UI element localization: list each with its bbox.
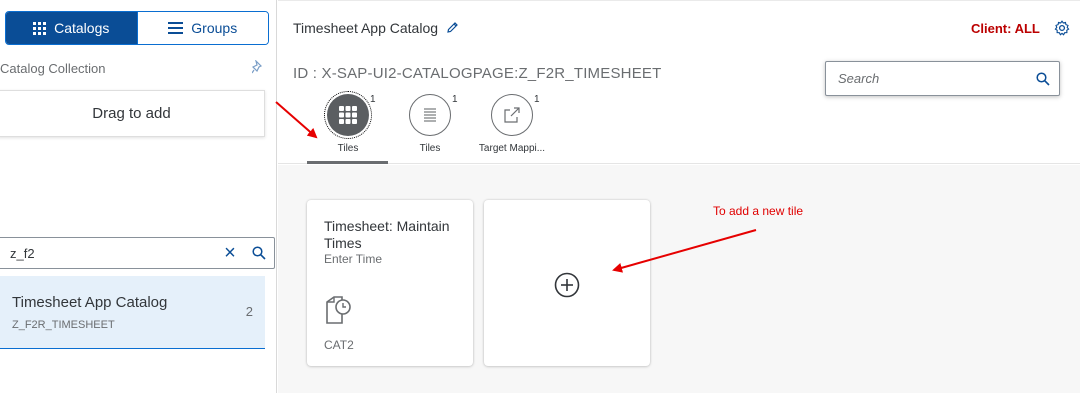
tab-label: Target Mappi... (478, 143, 546, 154)
page-header-bar: Timesheet App Catalog Client: ALL (278, 0, 1080, 48)
tab-count: 1 (370, 94, 376, 105)
app-root: Catalogs Groups Catalog Collection Drag … (0, 0, 1080, 393)
catalog-item-id: Z_F2R_TIMESHEET (12, 319, 115, 331)
tab-label: Tiles (419, 143, 441, 154)
tile-search-field[interactable]: Search (825, 61, 1060, 96)
catalog-list-item[interactable]: Timesheet App Catalog Z_F2R_TIMESHEET 2 (0, 276, 265, 349)
view-switch: Catalogs Groups (5, 11, 269, 45)
catalog-sidebar: Catalogs Groups Catalog Collection Drag … (0, 0, 277, 393)
tab-count: 1 (452, 94, 458, 105)
tab-tiles-list[interactable]: Tiles 1 (389, 94, 471, 154)
tab-count: 1 (534, 94, 540, 105)
catalog-search-input[interactable]: z_f2 (0, 246, 216, 261)
share-icon (491, 94, 533, 136)
menu-icon (168, 22, 184, 34)
grid-icon (324, 91, 372, 139)
tile-footer: CAT2 (324, 338, 354, 352)
tile-title: Timesheet: Maintain Times (324, 218, 450, 251)
pin-icon[interactable] (252, 60, 264, 74)
selected-tab-indicator (307, 161, 388, 164)
list-icon (409, 94, 451, 136)
catalog-collection-title: Catalog Collection (0, 61, 106, 76)
tab-target-mappings[interactable]: Target Mappi... 1 (471, 94, 553, 154)
page-title: Timesheet App Catalog (293, 20, 439, 36)
catalog-search-field[interactable]: z_f2 × (0, 237, 275, 269)
catalog-id: ID : X-SAP-UI2-CATALOGPAGE:Z_F2R_TIMESHE… (293, 65, 662, 82)
tab-tiles-grid[interactable]: Tiles 1 (307, 91, 389, 154)
annotation-label: To add a new tile (713, 204, 804, 218)
gear-icon[interactable] (1054, 20, 1070, 36)
grid-icon (33, 21, 47, 35)
catalog-item-count: 2 (245, 304, 253, 319)
groups-tab[interactable]: Groups (136, 12, 268, 44)
client-indicator: Client: ALL (971, 21, 1040, 36)
add-tile-button[interactable] (484, 200, 650, 366)
tile-search-input[interactable]: Search (826, 71, 1027, 86)
drag-to-add-zone[interactable]: Drag to add (0, 90, 265, 137)
catalogs-tab-label: Catalogs (54, 20, 110, 36)
search-icon[interactable] (244, 238, 274, 268)
app-tile[interactable]: Timesheet: Maintain Times Enter Time CAT… (307, 200, 473, 366)
tile-container: Timesheet: Maintain Times Enter Time CAT… (278, 165, 1080, 393)
clear-icon[interactable]: × (216, 238, 244, 268)
edit-icon[interactable] (446, 21, 459, 34)
tile-subtitle: Enter Time (324, 252, 383, 266)
time-document-icon (326, 296, 351, 324)
tab-label: Tiles (337, 143, 359, 154)
catalogs-tab[interactable]: Catalogs (6, 12, 137, 44)
drag-to-add-label: Drag to add (92, 105, 171, 122)
catalog-item-title: Timesheet App Catalog (12, 294, 168, 311)
search-icon[interactable] (1027, 71, 1059, 86)
groups-tab-label: Groups (191, 20, 238, 36)
add-icon (554, 272, 580, 298)
